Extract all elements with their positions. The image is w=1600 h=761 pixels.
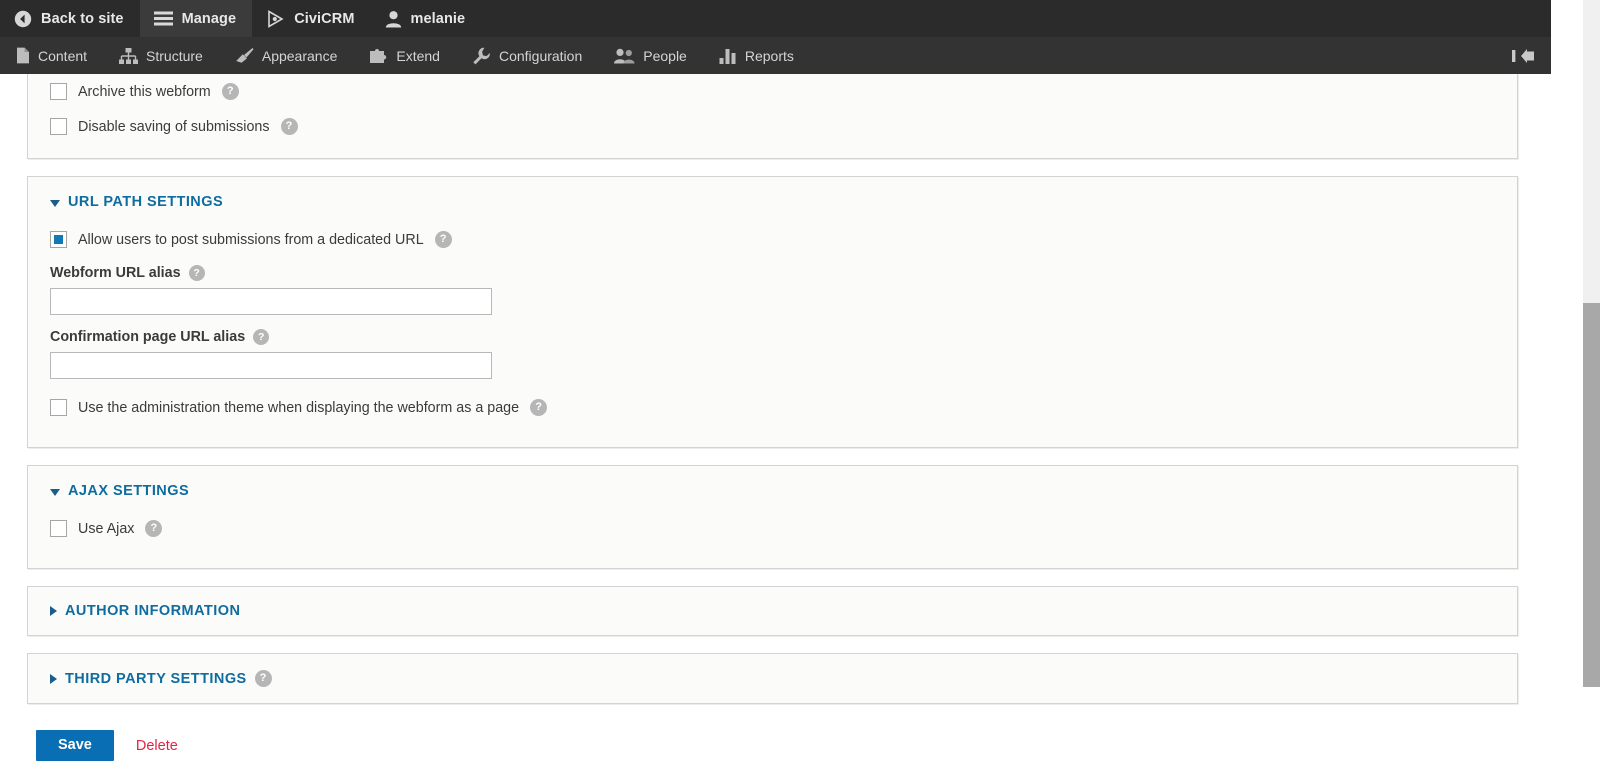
ajax-settings-summary[interactable]: AJAX SETTINGS (28, 466, 1517, 499)
checkbox-row-disable-saving-submissions: Disable saving of submissions ? (50, 109, 1517, 144)
panel-ajax-settings: AJAX SETTINGS Use Ajax ? (27, 465, 1518, 569)
author-information-title: AUTHOR INFORMATION (65, 603, 241, 619)
toolbar-menu-spacer (810, 37, 1497, 74)
menu-item-extend[interactable]: Extend (353, 37, 456, 74)
back-arrow-circle-icon (14, 10, 32, 28)
panel-body: Archive this webform ? Disable saving of… (28, 74, 1517, 144)
form-content: Archive this webform ? Disable saving of… (0, 74, 1583, 761)
form-actions: Save Delete (27, 704, 1583, 761)
chevron-down-icon (50, 488, 60, 496)
third-party-settings-summary[interactable]: THIRD PARTY SETTINGS ? (28, 654, 1517, 703)
civicrm-triangle-icon (266, 9, 285, 28)
scrollbar-corner (1583, 0, 1600, 37)
help-icon[interactable]: ? (253, 329, 270, 345)
disable-saving-submissions-checkbox[interactable] (50, 118, 67, 135)
checkbox-row-admin-theme: Use the administration theme when displa… (50, 381, 1517, 425)
user-icon (385, 10, 402, 28)
field-confirmation-url-alias: Confirmation page URL alias ? (50, 317, 1517, 381)
confirmation-url-alias-label: Confirmation page URL alias (50, 329, 246, 345)
scrollbar-thumb[interactable] (1583, 303, 1600, 687)
save-button[interactable]: Save (36, 730, 114, 761)
menu-item-label: People (643, 47, 687, 64)
webform-url-alias-input[interactable] (50, 288, 492, 315)
chevron-right-icon (50, 673, 57, 684)
ajax-settings-title: AJAX SETTINGS (68, 483, 190, 499)
help-icon[interactable]: ? (254, 670, 272, 687)
panel-form-settings-top: Archive this webform ? Disable saving of… (27, 74, 1518, 159)
admin-theme-label[interactable]: Use the administration theme when displa… (78, 400, 519, 416)
menu-item-reports[interactable]: Reports (703, 37, 810, 74)
panel-author-information: AUTHOR INFORMATION (27, 586, 1518, 636)
help-icon[interactable]: ? (145, 520, 163, 537)
menu-item-people[interactable]: People (598, 37, 703, 74)
menu-item-label: Appearance (261, 47, 338, 64)
archive-webform-checkbox[interactable] (50, 83, 67, 100)
paintbrush-icon (235, 47, 254, 64)
help-icon[interactable]: ? (280, 118, 298, 135)
help-icon[interactable]: ? (434, 231, 452, 248)
toolbar-tab-civicrm[interactable]: CiviCRM (252, 0, 370, 37)
third-party-settings-title: THIRD PARTY SETTINGS (65, 670, 247, 687)
menu-item-label: Extend (396, 47, 440, 64)
bar-chart-icon (719, 48, 737, 64)
panel-body: Allow users to post submissions from a d… (28, 210, 1517, 425)
checkbox-row-archive-webform: Archive this webform ? (50, 74, 1517, 109)
menu-item-label: Reports (744, 47, 794, 64)
hamburger-icon (153, 11, 173, 26)
panel-url-path-settings: URL PATH SETTINGS Allow users to post su… (27, 176, 1518, 448)
field-webform-url-alias: Webform URL alias ? (50, 257, 1517, 317)
webform-url-alias-label: Webform URL alias (50, 265, 181, 281)
use-ajax-checkbox[interactable] (50, 520, 67, 537)
menu-item-content[interactable]: Content (0, 37, 103, 74)
panel-third-party-settings: THIRD PARTY SETTINGS ? (27, 653, 1518, 704)
use-ajax-label[interactable]: Use Ajax (78, 521, 134, 537)
admin-toolbar-bar: Back to site Manage CiviCRM melanie (0, 0, 1551, 37)
admin-toolbar-menu: Content Structure Appearance Extend Conf… (0, 37, 1551, 74)
archive-webform-label[interactable]: Archive this webform (78, 84, 211, 100)
disable-saving-submissions-label[interactable]: Disable saving of submissions (78, 119, 270, 135)
sitemap-icon (119, 47, 139, 64)
help-icon[interactable]: ? (221, 83, 239, 100)
url-path-settings-summary[interactable]: URL PATH SETTINGS (28, 177, 1517, 210)
url-path-settings-title: URL PATH SETTINGS (68, 194, 224, 210)
wrench-icon (472, 47, 491, 65)
field-label-wrap: Confirmation page URL alias ? (50, 329, 1517, 345)
help-icon[interactable]: ? (530, 399, 548, 416)
page-content: Archive this webform ? Disable saving of… (0, 74, 1583, 761)
menu-item-appearance[interactable]: Appearance (219, 37, 354, 74)
panel-body: Use Ajax ? (28, 499, 1517, 546)
chevron-right-icon (50, 606, 57, 616)
help-icon[interactable]: ? (188, 265, 205, 281)
toolbar-tab-user-melanie[interactable]: melanie (371, 0, 482, 37)
field-label-wrap: Webform URL alias ? (50, 265, 1517, 281)
puzzle-piece-icon (369, 47, 388, 64)
delete-link[interactable]: Delete (136, 738, 178, 754)
page-scrollbar[interactable] (1583, 37, 1600, 687)
allow-dedicated-url-checkbox[interactable] (50, 231, 67, 248)
toolbar-tab-back-to-site[interactable]: Back to site (0, 0, 140, 37)
people-icon (614, 48, 635, 64)
chevron-down-icon (50, 199, 60, 207)
toolbar-tab-label: CiviCRM (294, 10, 355, 27)
menu-item-structure[interactable]: Structure (103, 37, 219, 74)
menu-item-label: Configuration (498, 47, 583, 64)
document-icon (16, 47, 30, 64)
toolbar-tab-label: melanie (410, 10, 466, 27)
confirmation-url-alias-input[interactable] (50, 352, 492, 379)
toolbar-orientation-icon (1511, 48, 1537, 64)
menu-item-configuration[interactable]: Configuration (456, 37, 598, 74)
toolbar-tab-label: Manage (181, 10, 237, 27)
author-information-summary[interactable]: AUTHOR INFORMATION (28, 587, 1517, 635)
admin-theme-checkbox[interactable] (50, 399, 67, 416)
menu-item-label: Content (38, 47, 88, 64)
menu-item-label: Structure (146, 47, 203, 64)
checkbox-row-allow-dedicated-url: Allow users to post submissions from a d… (50, 222, 1517, 257)
allow-dedicated-url-label[interactable]: Allow users to post submissions from a d… (78, 232, 424, 248)
toolbar-tab-label: Back to site (41, 10, 124, 27)
toolbar-tab-manage[interactable]: Manage (139, 0, 253, 37)
checkbox-row-use-ajax: Use Ajax ? (50, 511, 1517, 546)
toolbar-orientation-toggle-button[interactable] (1497, 37, 1551, 74)
